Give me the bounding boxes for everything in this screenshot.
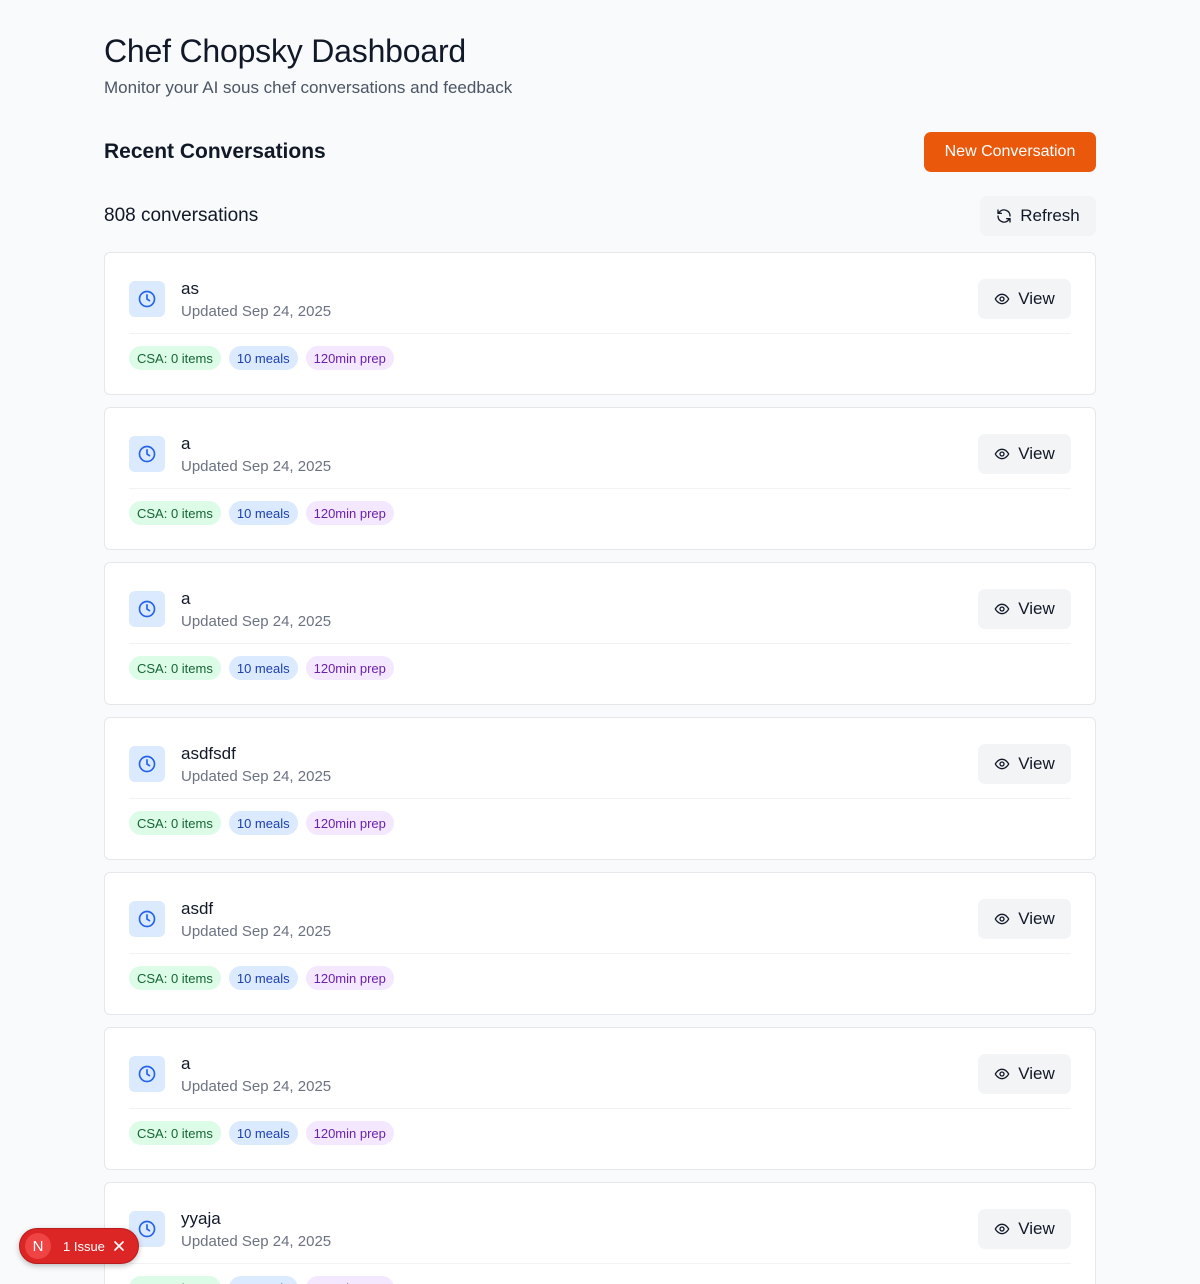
- tag-row: CSA: 0 items 10 meals 120min prep: [129, 501, 394, 525]
- new-conversation-button[interactable]: New Conversation: [924, 132, 1096, 172]
- conversation-count: 808 conversations: [104, 205, 259, 226]
- divider: [129, 953, 1071, 954]
- eye-icon: [994, 291, 1010, 307]
- view-button[interactable]: View: [978, 434, 1071, 474]
- refresh-button[interactable]: Refresh: [980, 196, 1096, 236]
- tag-row: CSA: 0 items 10 meals 120min prep: [129, 1276, 394, 1284]
- eye-icon: [994, 756, 1010, 772]
- meals-tag: 10 meals: [228, 346, 298, 370]
- issues-badge[interactable]: N 1 Issue: [19, 1228, 139, 1264]
- conversation-card: a Updated Sep 24, 2025 View CSA: 0 items…: [104, 407, 1096, 550]
- conversation-title: yyaja: [181, 1209, 221, 1228]
- conversation-updated: Updated Sep 24, 2025: [181, 458, 332, 475]
- meals-tag: 10 meals: [228, 1276, 298, 1284]
- csa-tag: CSA: 0 items: [129, 1276, 221, 1284]
- close-icon[interactable]: [113, 1240, 125, 1252]
- view-label: View: [1018, 444, 1055, 463]
- divider: [129, 488, 1071, 489]
- meals-tag: 10 meals: [228, 501, 298, 525]
- clock-icon: [129, 281, 165, 317]
- view-label: View: [1018, 1219, 1055, 1238]
- conversation-updated: Updated Sep 24, 2025: [181, 613, 332, 630]
- conversation-title: as: [181, 279, 199, 298]
- conversation-card: as Updated Sep 24, 2025 View CSA: 0 item…: [104, 252, 1096, 395]
- conversation-updated: Updated Sep 24, 2025: [181, 1078, 332, 1095]
- meals-tag: 10 meals: [228, 1121, 298, 1145]
- view-label: View: [1018, 1064, 1055, 1083]
- refresh-label: Refresh: [1020, 206, 1080, 225]
- view-button[interactable]: View: [978, 279, 1071, 319]
- conversation-updated: Updated Sep 24, 2025: [181, 303, 332, 320]
- eye-icon: [994, 446, 1010, 462]
- clock-icon: [129, 746, 165, 782]
- section-title: Recent Conversations: [104, 140, 326, 163]
- conversation-updated: Updated Sep 24, 2025: [181, 1233, 332, 1250]
- divider: [129, 1263, 1071, 1264]
- prep-tag: 120min prep: [305, 1121, 394, 1145]
- csa-tag: CSA: 0 items: [129, 346, 221, 370]
- prep-tag: 120min prep: [305, 501, 394, 525]
- meals-tag: 10 meals: [228, 811, 298, 835]
- clock-icon: [129, 436, 165, 472]
- csa-tag: CSA: 0 items: [129, 656, 221, 680]
- view-button[interactable]: View: [978, 744, 1071, 784]
- divider: [129, 643, 1071, 644]
- conversation-list: as Updated Sep 24, 2025 View CSA: 0 item…: [104, 252, 1096, 1284]
- prep-tag: 120min prep: [305, 346, 394, 370]
- prep-tag: 120min prep: [305, 1276, 394, 1284]
- divider: [129, 333, 1071, 334]
- view-label: View: [1018, 909, 1055, 928]
- csa-tag: CSA: 0 items: [129, 811, 221, 835]
- view-button[interactable]: View: [978, 589, 1071, 629]
- issues-avatar: N: [25, 1233, 51, 1259]
- conversation-title: a: [181, 1054, 191, 1073]
- prep-tag: 120min prep: [305, 656, 394, 680]
- divider: [129, 798, 1071, 799]
- clock-icon: [129, 901, 165, 937]
- view-label: View: [1018, 289, 1055, 308]
- view-button[interactable]: View: [978, 1209, 1071, 1249]
- eye-icon: [994, 1066, 1010, 1082]
- divider: [129, 1108, 1071, 1109]
- conversation-card: asdf Updated Sep 24, 2025 View CSA: 0 it…: [104, 872, 1096, 1015]
- conversation-title: asdfsdf: [181, 744, 236, 763]
- conversation-card: a Updated Sep 24, 2025 View CSA: 0 items…: [104, 1027, 1096, 1170]
- meals-tag: 10 meals: [228, 656, 298, 680]
- clock-icon: [129, 1056, 165, 1092]
- conversation-card: asdfsdf Updated Sep 24, 2025 View CSA: 0…: [104, 717, 1096, 860]
- csa-tag: CSA: 0 items: [129, 1121, 221, 1145]
- conversation-updated: Updated Sep 24, 2025: [181, 768, 332, 785]
- conversation-updated: Updated Sep 24, 2025: [181, 923, 332, 940]
- conversation-title: a: [181, 434, 191, 453]
- view-button[interactable]: View: [978, 899, 1071, 939]
- csa-tag: CSA: 0 items: [129, 501, 221, 525]
- tag-row: CSA: 0 items 10 meals 120min prep: [129, 1121, 394, 1145]
- eye-icon: [994, 601, 1010, 617]
- conversation-card: yyaja Updated Sep 24, 2025 View CSA: 0 i…: [104, 1182, 1096, 1284]
- refresh-icon: [996, 208, 1012, 224]
- view-label: View: [1018, 599, 1055, 618]
- page-subtitle: Monitor your AI sous chef conversations …: [104, 78, 513, 97]
- conversation-title: asdf: [181, 899, 214, 918]
- tag-row: CSA: 0 items 10 meals 120min prep: [129, 346, 394, 370]
- prep-tag: 120min prep: [305, 966, 394, 990]
- conversation-card: a Updated Sep 24, 2025 View CSA: 0 items…: [104, 562, 1096, 705]
- csa-tag: CSA: 0 items: [129, 966, 221, 990]
- tag-row: CSA: 0 items 10 meals 120min prep: [129, 656, 394, 680]
- meals-tag: 10 meals: [228, 966, 298, 990]
- eye-icon: [994, 1221, 1010, 1237]
- tag-row: CSA: 0 items 10 meals 120min prep: [129, 811, 394, 835]
- view-label: View: [1018, 754, 1055, 773]
- prep-tag: 120min prep: [305, 811, 394, 835]
- eye-icon: [994, 911, 1010, 927]
- clock-icon: [129, 591, 165, 627]
- issues-label: 1 Issue: [63, 1238, 105, 1254]
- conversation-title: a: [181, 589, 191, 608]
- page-title: Chef Chopsky Dashboard: [104, 33, 467, 69]
- tag-row: CSA: 0 items 10 meals 120min prep: [129, 966, 394, 990]
- view-button[interactable]: View: [978, 1054, 1071, 1094]
